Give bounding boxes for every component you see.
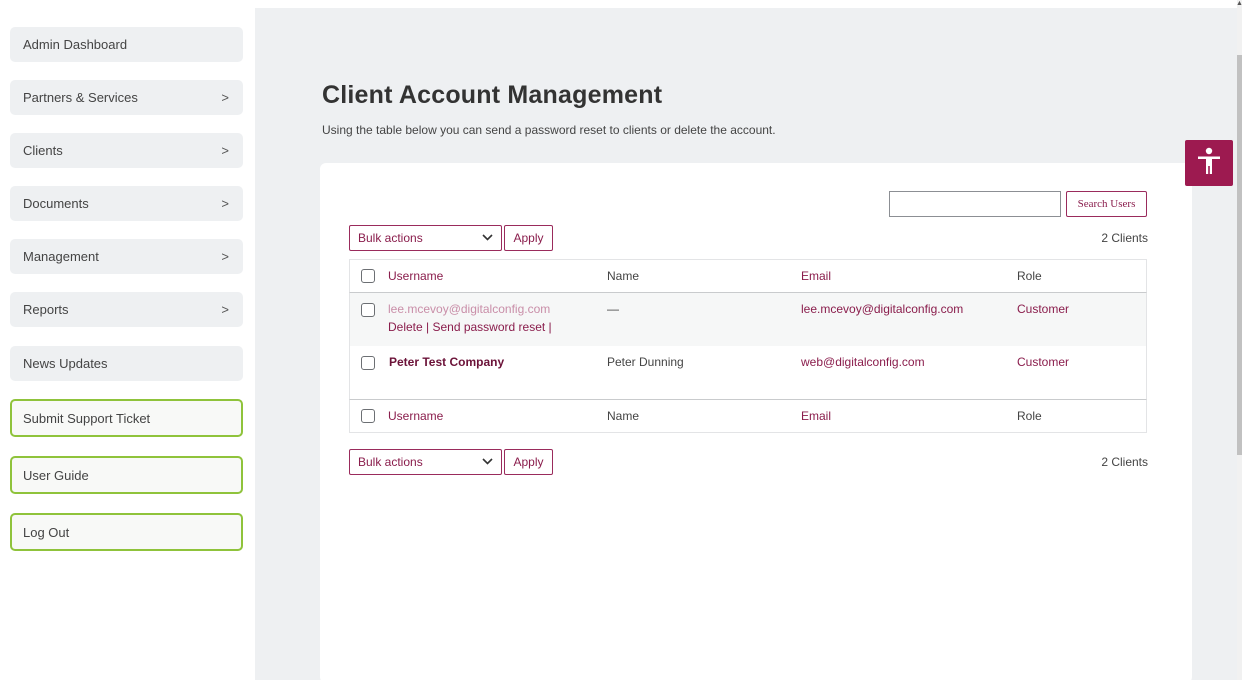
bulk-actions-select[interactable]: Bulk actions — [349, 225, 502, 251]
row-actions[interactable]: Delete | Send password reset | — [388, 320, 552, 334]
column-username[interactable]: Username — [388, 400, 443, 432]
chevron-right-icon: > — [221, 143, 229, 158]
table-footer: Username Name Email Role — [349, 399, 1147, 433]
client-count: 2 Clients — [1101, 231, 1148, 245]
chevron-down-icon — [482, 233, 493, 244]
chevron-right-icon: > — [221, 302, 229, 317]
sidebar: Admin Dashboard Partners & Services > Cl… — [0, 8, 255, 680]
sidebar-item-label: Clients — [23, 143, 63, 158]
accessibility-button[interactable] — [1185, 140, 1233, 186]
column-username[interactable]: Username — [388, 260, 443, 292]
sidebar-item-management[interactable]: Management > — [10, 239, 243, 274]
sidebar-item-label: User Guide — [23, 467, 89, 483]
search-users-button[interactable]: Search Users — [1066, 191, 1147, 217]
chevron-right-icon: > — [221, 196, 229, 211]
top-band — [0, 0, 1242, 8]
client-count: 2 Clients — [1101, 455, 1148, 469]
select-all-checkbox[interactable] — [361, 409, 375, 423]
bulk-actions-label: Bulk actions — [358, 455, 423, 469]
row-name: Peter Dunning — [607, 355, 684, 369]
column-name: Name — [607, 409, 640, 423]
chevron-right-icon: > — [221, 90, 229, 105]
sidebar-item-label: Partners & Services — [23, 90, 138, 105]
apply-button[interactable]: Apply — [504, 449, 553, 475]
clients-card: Search Users Bulk actions Apply 2 Client… — [320, 163, 1192, 683]
scrollbar-thumb[interactable] — [1237, 55, 1242, 455]
bulk-actions-select[interactable]: Bulk actions — [349, 449, 502, 475]
table-header: Username Name Email Role — [349, 259, 1147, 293]
bulk-actions-label: Bulk actions — [358, 231, 423, 245]
sidebar-item-label: News Updates — [23, 356, 108, 371]
sidebar-item-label: Admin Dashboard — [23, 37, 128, 52]
row-username-link[interactable]: Peter Test Company — [389, 355, 504, 369]
sidebar-item-label: Submit Support Ticket — [23, 410, 151, 426]
submit-support-ticket-button[interactable]: Submit Support Ticket — [10, 399, 243, 437]
chevron-down-icon — [482, 457, 493, 468]
main-content: Client Account Management Using the tabl… — [255, 8, 1237, 683]
row-name: — — [607, 302, 619, 316]
row-checkbox[interactable] — [361, 356, 375, 370]
page-description: Using the table below you can send a pas… — [322, 123, 776, 137]
row-username-link[interactable]: lee.mcevoy@digitalconfig.com — [388, 302, 550, 316]
sidebar-item-label: Log Out — [23, 524, 70, 540]
search-input[interactable] — [889, 191, 1061, 217]
apply-button[interactable]: Apply — [504, 225, 553, 251]
sidebar-item-clients[interactable]: Clients > — [10, 133, 243, 168]
row-email-link[interactable]: web@digitalconfig.com — [801, 355, 925, 369]
select-all-checkbox[interactable] — [361, 269, 375, 283]
row-role: Customer — [1017, 302, 1070, 316]
column-email[interactable]: Email — [801, 400, 831, 432]
page-title: Client Account Management — [322, 81, 663, 109]
column-role: Role — [1017, 269, 1042, 283]
sidebar-item-label: Reports — [23, 302, 69, 317]
sidebar-item-label: Management — [23, 249, 99, 264]
column-name: Name — [607, 269, 640, 283]
row-role: Customer — [1017, 355, 1070, 369]
sidebar-item-partners-services[interactable]: Partners & Services > — [10, 80, 243, 115]
log-out-button[interactable]: Log Out — [10, 513, 243, 551]
scroll-up-arrow-icon[interactable]: ▲ — [1236, 0, 1242, 7]
column-role: Role — [1017, 409, 1042, 423]
row-checkbox[interactable] — [361, 303, 375, 317]
chevron-right-icon: > — [221, 249, 229, 264]
accessibility-person-icon — [1197, 147, 1221, 180]
user-guide-button[interactable]: User Guide — [10, 456, 243, 494]
sidebar-item-news-updates[interactable]: News Updates — [10, 346, 243, 381]
sidebar-item-documents[interactable]: Documents > — [10, 186, 243, 221]
table-row: lee.mcevoy@digitalconfig.com Delete | Se… — [349, 293, 1147, 346]
table-row: Peter Test Company Peter Dunning web@dig… — [349, 346, 1147, 399]
column-email[interactable]: Email — [801, 260, 831, 292]
sidebar-item-admin-dashboard[interactable]: Admin Dashboard — [10, 27, 243, 62]
sidebar-item-reports[interactable]: Reports > — [10, 292, 243, 327]
row-email-link[interactable]: lee.mcevoy@digitalconfig.com — [801, 302, 963, 316]
sidebar-item-label: Documents — [23, 196, 89, 211]
